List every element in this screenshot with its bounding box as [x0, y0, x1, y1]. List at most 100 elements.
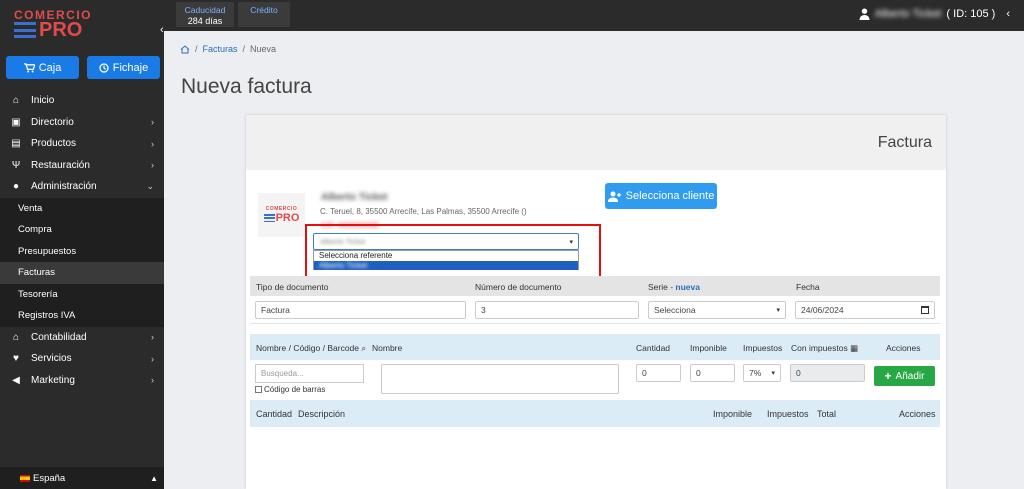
caja-label: Caja [38, 61, 62, 74]
fecha-input[interactable]: 24/06/2024 [795, 301, 935, 319]
client-logo: COMERCIO PRO [258, 193, 305, 237]
heart-hand-icon: ♥ [13, 353, 19, 365]
sidebar-item-directorio[interactable]: ▣ Directorio › [0, 112, 164, 134]
chevron-down-icon: ⌄ [146, 181, 154, 192]
card-title: Factura [877, 134, 932, 151]
header-nombre: Nombre [372, 343, 403, 353]
barcode-label: Código de barras [264, 385, 326, 394]
tab-value: 284 días [187, 16, 223, 26]
calculator-icon[interactable]: ▦ [850, 343, 858, 353]
chevron-right-icon: › [151, 138, 154, 149]
document-header-row: Tipo de documento Número de documento Se… [250, 276, 940, 296]
user-name: Alberto Ticket [874, 8, 942, 20]
megaphone-icon: ◀ [12, 374, 20, 386]
sidebar-item-inicio[interactable]: ⌂ Inicio [0, 90, 164, 112]
language-selector[interactable]: España ▲ [0, 467, 164, 489]
nueva-serie-link[interactable]: nueva [675, 282, 700, 292]
cutlery-icon: Ψ [11, 159, 21, 171]
header-cantidad: Cantidad [636, 343, 671, 353]
con-impuestos-input: 0 [790, 364, 865, 382]
card-header [246, 115, 946, 170]
tipo-documento-input[interactable]: Factura [255, 301, 466, 319]
header-numero: Número de documento [475, 282, 562, 292]
imponible-input[interactable]: 0 [690, 364, 735, 382]
serie-select[interactable]: Selecciona ▾ [648, 301, 786, 319]
caret-up-icon: ▲ [150, 473, 158, 483]
brand-logo[interactable]: COMERCIO PRO [14, 8, 94, 42]
chevron-right-icon: › [151, 332, 154, 343]
search-icon: ⌕ [361, 343, 367, 353]
sidebar: COMERCIO PRO ‹ Caja Fichaje ⌂ Inicio ▣ D… [0, 0, 164, 489]
header-fecha: Fecha [796, 282, 820, 292]
sidebar-subitem-presupuestos[interactable]: Presupuestos [0, 241, 164, 263]
tab-credito[interactable]: Crédito [238, 2, 290, 27]
breadcrumb-facturas[interactable]: Facturas [203, 44, 238, 54]
caja-button[interactable]: Caja [6, 56, 79, 79]
sidebar-subitem-registros-iva[interactable]: Registros IVA [0, 305, 164, 327]
chevron-right-icon: › [151, 117, 154, 128]
sidebar-subitem-venta[interactable]: Venta [0, 198, 164, 220]
sidebar-subitem-facturas[interactable]: Facturas [0, 262, 164, 284]
spain-flag-icon [20, 474, 30, 482]
header-busqueda-label: Nombre / Código / Barcode [256, 343, 359, 353]
sidebar-item-restauracion[interactable]: Ψ Restauración › [0, 155, 164, 177]
chevron-left-icon: ‹ [1006, 8, 1010, 20]
cantidad-input[interactable]: 0 [636, 364, 681, 382]
col-imponible: Imponible [713, 409, 753, 419]
col-descripcion: Descripción [298, 409, 346, 419]
calendar-icon[interactable] [921, 306, 929, 314]
numero-documento-input[interactable]: 3 [475, 301, 639, 319]
user-menu[interactable]: Alberto Ticket ( ID: 105 ) ‹ [859, 8, 1010, 20]
sidebar-item-contabilidad[interactable]: ⌂ Contabilidad › [0, 327, 164, 349]
sidebar-item-marketing[interactable]: ◀ Marketing › [0, 370, 164, 392]
breadcrumb-separator: / [195, 44, 198, 54]
topbar: Caducidad 284 días Crédito Alberto Ticke… [164, 0, 1024, 31]
lines-list-header: Cantidad Descripción Imponible Impuestos… [250, 400, 940, 427]
nombre-textarea[interactable] [381, 364, 619, 394]
client-address: C. Teruel, 8, 35500 Arrecife, Las Palmas… [320, 207, 527, 216]
sidebar-item-productos[interactable]: ▤ Productos › [0, 133, 164, 155]
plus-icon: + [884, 369, 892, 383]
header-con-impuestos: Con impuestos ▦ [791, 343, 858, 354]
users-icon: ● [12, 181, 20, 193]
administracion-submenu: Venta Compra Presupuestos Facturas Tesor… [0, 197, 164, 327]
client-logo-line2: PRO [275, 212, 300, 224]
home-icon[interactable] [180, 44, 190, 54]
fichaje-button[interactable]: Fichaje [87, 56, 160, 79]
header-serie-label: Serie - [648, 282, 676, 292]
document-values-row: Factura 3 Selecciona ▾ 24/06/2024 [250, 296, 940, 324]
header-impuestos: Impuestos [743, 343, 783, 353]
highlight-box [305, 224, 601, 278]
chevron-right-icon: › [151, 375, 154, 386]
add-line-button[interactable]: + Añadir [874, 366, 935, 386]
header-acciones: Acciones [886, 343, 921, 353]
col-impuestos: Impuestos [767, 409, 809, 419]
sidebar-item-label: Servicios [31, 353, 72, 365]
breadcrumb: / Facturas / Nueva [164, 38, 1024, 60]
sidebar-item-servicios[interactable]: ♥ Servicios › [0, 348, 164, 370]
search-input[interactable]: Busqueda... [255, 364, 364, 383]
fecha-value: 24/06/2024 [801, 305, 844, 315]
sidebar-nav: ⌂ Inicio ▣ Directorio › ▤ Productos › Ψ … [0, 90, 164, 391]
select-client-button[interactable]: Selecciona cliente [605, 183, 717, 209]
sidebar-item-label: Contabilidad [31, 331, 87, 343]
tab-caducidad[interactable]: Caducidad 284 días [176, 2, 234, 27]
sidebar-item-label: Inicio [31, 95, 55, 107]
col-cantidad: Cantidad [256, 409, 293, 419]
sidebar-item-administracion[interactable]: ● Administración ⌄ [0, 176, 164, 198]
col-acciones: Acciones [899, 409, 936, 419]
header-imponible: Imponible [690, 343, 727, 353]
box-icon: ▤ [11, 138, 21, 150]
breadcrumb-nueva: Nueva [250, 44, 277, 54]
fichaje-label: Fichaje [112, 61, 149, 74]
lines-header-row: Nombre / Código / Barcode ⌕ Nombre Canti… [250, 334, 940, 360]
language-label: España [33, 472, 66, 484]
header-con-impuestos-label: Con impuestos [791, 343, 848, 353]
impuesto-select[interactable]: 7% ▾ [743, 364, 781, 382]
sidebar-subitem-compra[interactable]: Compra [0, 219, 164, 241]
barcode-checkbox[interactable]: Código de barras [255, 385, 325, 394]
sidebar-subitem-tesoreria[interactable]: Tesorería [0, 284, 164, 306]
chevron-down-icon: ▾ [771, 370, 775, 377]
checkbox-icon[interactable] [255, 386, 262, 393]
sidebar-item-label: Directorio [31, 116, 74, 128]
